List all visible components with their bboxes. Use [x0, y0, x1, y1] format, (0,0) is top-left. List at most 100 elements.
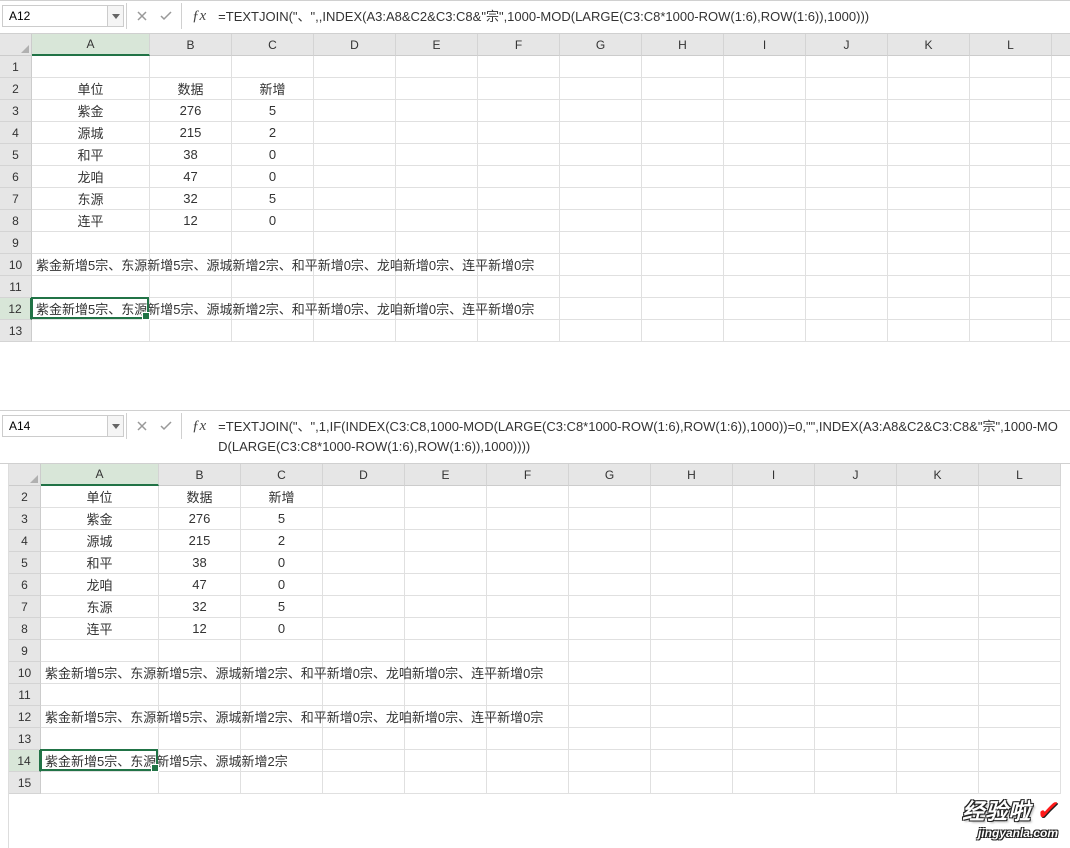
cell[interactable] — [642, 166, 724, 188]
row-header[interactable]: 5 — [0, 144, 32, 166]
cell[interactable] — [651, 706, 733, 728]
cell[interactable] — [478, 276, 560, 298]
cell[interactable] — [478, 188, 560, 210]
col-header[interactable]: E — [405, 464, 487, 486]
cell[interactable] — [159, 640, 241, 662]
cell[interactable] — [724, 320, 806, 342]
cell[interactable] — [724, 298, 806, 320]
cell[interactable] — [724, 276, 806, 298]
cell[interactable]: 单位 — [41, 486, 159, 508]
name-box-dropdown-icon[interactable] — [108, 415, 124, 437]
cell[interactable] — [478, 56, 560, 78]
cell[interactable]: 紫金 — [41, 508, 159, 530]
row-header[interactable]: 14 — [9, 750, 41, 772]
cell[interactable]: 紫金 — [32, 100, 150, 122]
cell[interactable] — [724, 188, 806, 210]
cell[interactable]: 和平 — [41, 552, 159, 574]
cell[interactable]: 龙咱 — [41, 574, 159, 596]
col-header[interactable]: K — [888, 34, 970, 56]
cell[interactable] — [979, 772, 1061, 794]
cell[interactable] — [815, 574, 897, 596]
cell[interactable] — [487, 684, 569, 706]
cell[interactable] — [396, 320, 478, 342]
cell[interactable] — [560, 232, 642, 254]
cell[interactable] — [806, 254, 888, 276]
col-header[interactable]: A — [41, 464, 159, 486]
cell[interactable] — [150, 320, 232, 342]
cell[interactable] — [560, 78, 642, 100]
cell[interactable]: 12 — [150, 210, 232, 232]
cell[interactable] — [651, 728, 733, 750]
cell[interactable] — [888, 254, 970, 276]
cell[interactable] — [560, 166, 642, 188]
cell[interactable] — [569, 772, 651, 794]
cell[interactable] — [478, 320, 560, 342]
cancel-icon[interactable] — [135, 419, 149, 433]
cell[interactable] — [806, 78, 888, 100]
row-header[interactable]: 3 — [0, 100, 32, 122]
cell[interactable]: 0 — [241, 618, 323, 640]
cell[interactable] — [487, 750, 569, 772]
row-header[interactable]: 13 — [0, 320, 32, 342]
cell[interactable] — [970, 144, 1052, 166]
cell[interactable] — [970, 254, 1052, 276]
cell[interactable] — [897, 618, 979, 640]
cell[interactable] — [569, 530, 651, 552]
cell[interactable] — [314, 210, 396, 232]
cell[interactable] — [979, 486, 1061, 508]
col-header[interactable]: B — [150, 34, 232, 56]
cell[interactable] — [642, 210, 724, 232]
cell[interactable] — [314, 144, 396, 166]
fx-icon[interactable]: ƒx — [182, 413, 216, 439]
cell[interactable] — [560, 100, 642, 122]
row-header[interactable]: 9 — [0, 232, 32, 254]
cell[interactable] — [733, 508, 815, 530]
col-header[interactable]: C — [232, 34, 314, 56]
cell[interactable] — [724, 100, 806, 122]
cell[interactable] — [806, 100, 888, 122]
cell[interactable] — [405, 596, 487, 618]
cell[interactable] — [487, 772, 569, 794]
cell[interactable] — [651, 662, 733, 684]
cell[interactable] — [979, 618, 1061, 640]
cell[interactable] — [241, 640, 323, 662]
cell[interactable] — [41, 684, 159, 706]
cell[interactable] — [405, 684, 487, 706]
cell[interactable] — [970, 188, 1052, 210]
cell[interactable] — [487, 552, 569, 574]
row-header[interactable]: 2 — [9, 486, 41, 508]
cell[interactable] — [724, 232, 806, 254]
cell[interactable]: 0 — [232, 166, 314, 188]
cell[interactable] — [560, 122, 642, 144]
select-all-triangle[interactable] — [9, 464, 41, 486]
cell[interactable] — [888, 320, 970, 342]
cell[interactable] — [1052, 254, 1070, 276]
cell[interactable] — [806, 210, 888, 232]
cell[interactable]: 47 — [159, 574, 241, 596]
cell[interactable] — [651, 508, 733, 530]
cell[interactable]: 2 — [232, 122, 314, 144]
cell[interactable] — [32, 276, 150, 298]
cell[interactable] — [888, 188, 970, 210]
cell[interactable] — [1052, 320, 1070, 342]
cell[interactable] — [405, 574, 487, 596]
row-header[interactable]: 7 — [0, 188, 32, 210]
cell[interactable] — [569, 552, 651, 574]
cell[interactable] — [806, 188, 888, 210]
cell[interactable] — [323, 574, 405, 596]
row-header[interactable]: 9 — [9, 640, 41, 662]
cell[interactable]: 数据 — [159, 486, 241, 508]
cell-grid[interactable]: 单位数据新增紫金2765源城2152和平380龙咱470东源325连平120紫金… — [32, 56, 1070, 342]
cell[interactable] — [569, 684, 651, 706]
cell[interactable] — [569, 618, 651, 640]
cell[interactable] — [651, 772, 733, 794]
cell[interactable] — [569, 728, 651, 750]
cell[interactable] — [733, 574, 815, 596]
cell[interactable] — [733, 530, 815, 552]
cell[interactable] — [569, 574, 651, 596]
cell[interactable] — [560, 276, 642, 298]
cell[interactable]: 32 — [159, 596, 241, 618]
cell[interactable] — [888, 78, 970, 100]
cell[interactable] — [733, 640, 815, 662]
cell[interactable] — [806, 56, 888, 78]
